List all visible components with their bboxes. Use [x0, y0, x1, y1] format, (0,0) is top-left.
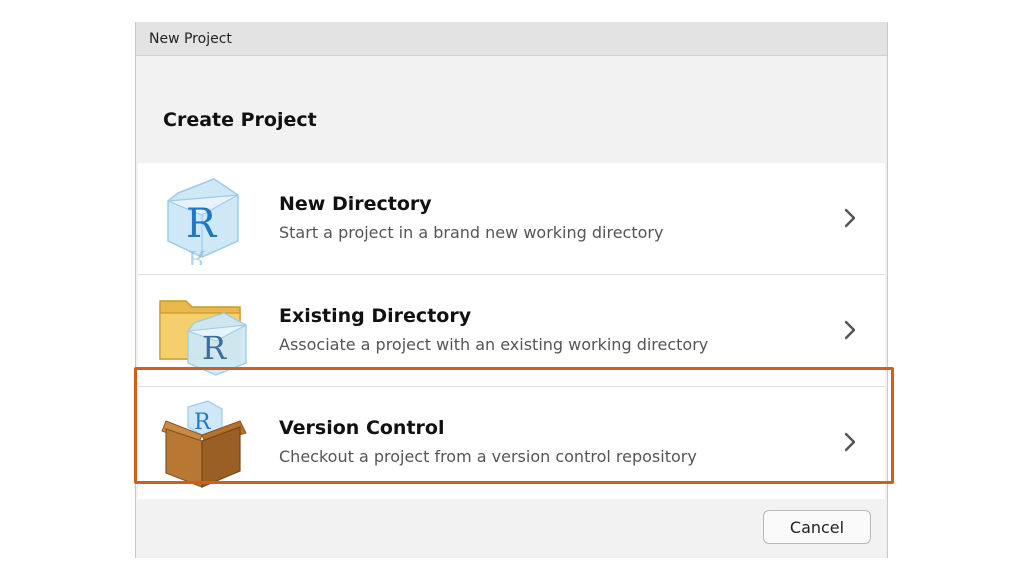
option-existing-directory[interactable]: R Existing Directory Associate a project…	[138, 275, 885, 387]
option-new-directory[interactable]: R R New Directory Start a project in a b…	[138, 163, 885, 275]
dialog-heading: Create Project	[163, 109, 317, 131]
option-description: Associate a project with an existing wor…	[279, 335, 709, 354]
option-version-control[interactable]: R Version Control Checkout a project fro…	[138, 387, 885, 499]
window-title: New Project	[149, 31, 232, 47]
option-title: New Directory	[279, 193, 432, 215]
svg-text:R: R	[188, 245, 206, 265]
chevron-right-icon	[844, 320, 856, 340]
box-r-icon: R	[161, 400, 247, 488]
chevron-right-icon	[844, 432, 856, 452]
window-titlebar: New Project	[136, 22, 887, 56]
chevron-right-icon	[844, 208, 856, 228]
option-description: Start a project in a brand new working d…	[279, 223, 664, 242]
svg-text:R: R	[186, 201, 218, 247]
project-options-list: R R New Directory Start a project in a b…	[138, 163, 885, 499]
new-project-dialog: New Project Create Project R R New Direc…	[135, 22, 888, 558]
svg-text:R: R	[194, 410, 212, 435]
r-cube-icon: R R	[167, 178, 239, 265]
svg-text:R: R	[202, 329, 227, 367]
cancel-button[interactable]: Cancel	[763, 510, 871, 544]
option-description: Checkout a project from a version contro…	[279, 447, 697, 466]
option-title: Existing Directory	[279, 305, 472, 327]
folder-r-icon: R	[159, 300, 247, 376]
option-title: Version Control	[279, 417, 445, 439]
